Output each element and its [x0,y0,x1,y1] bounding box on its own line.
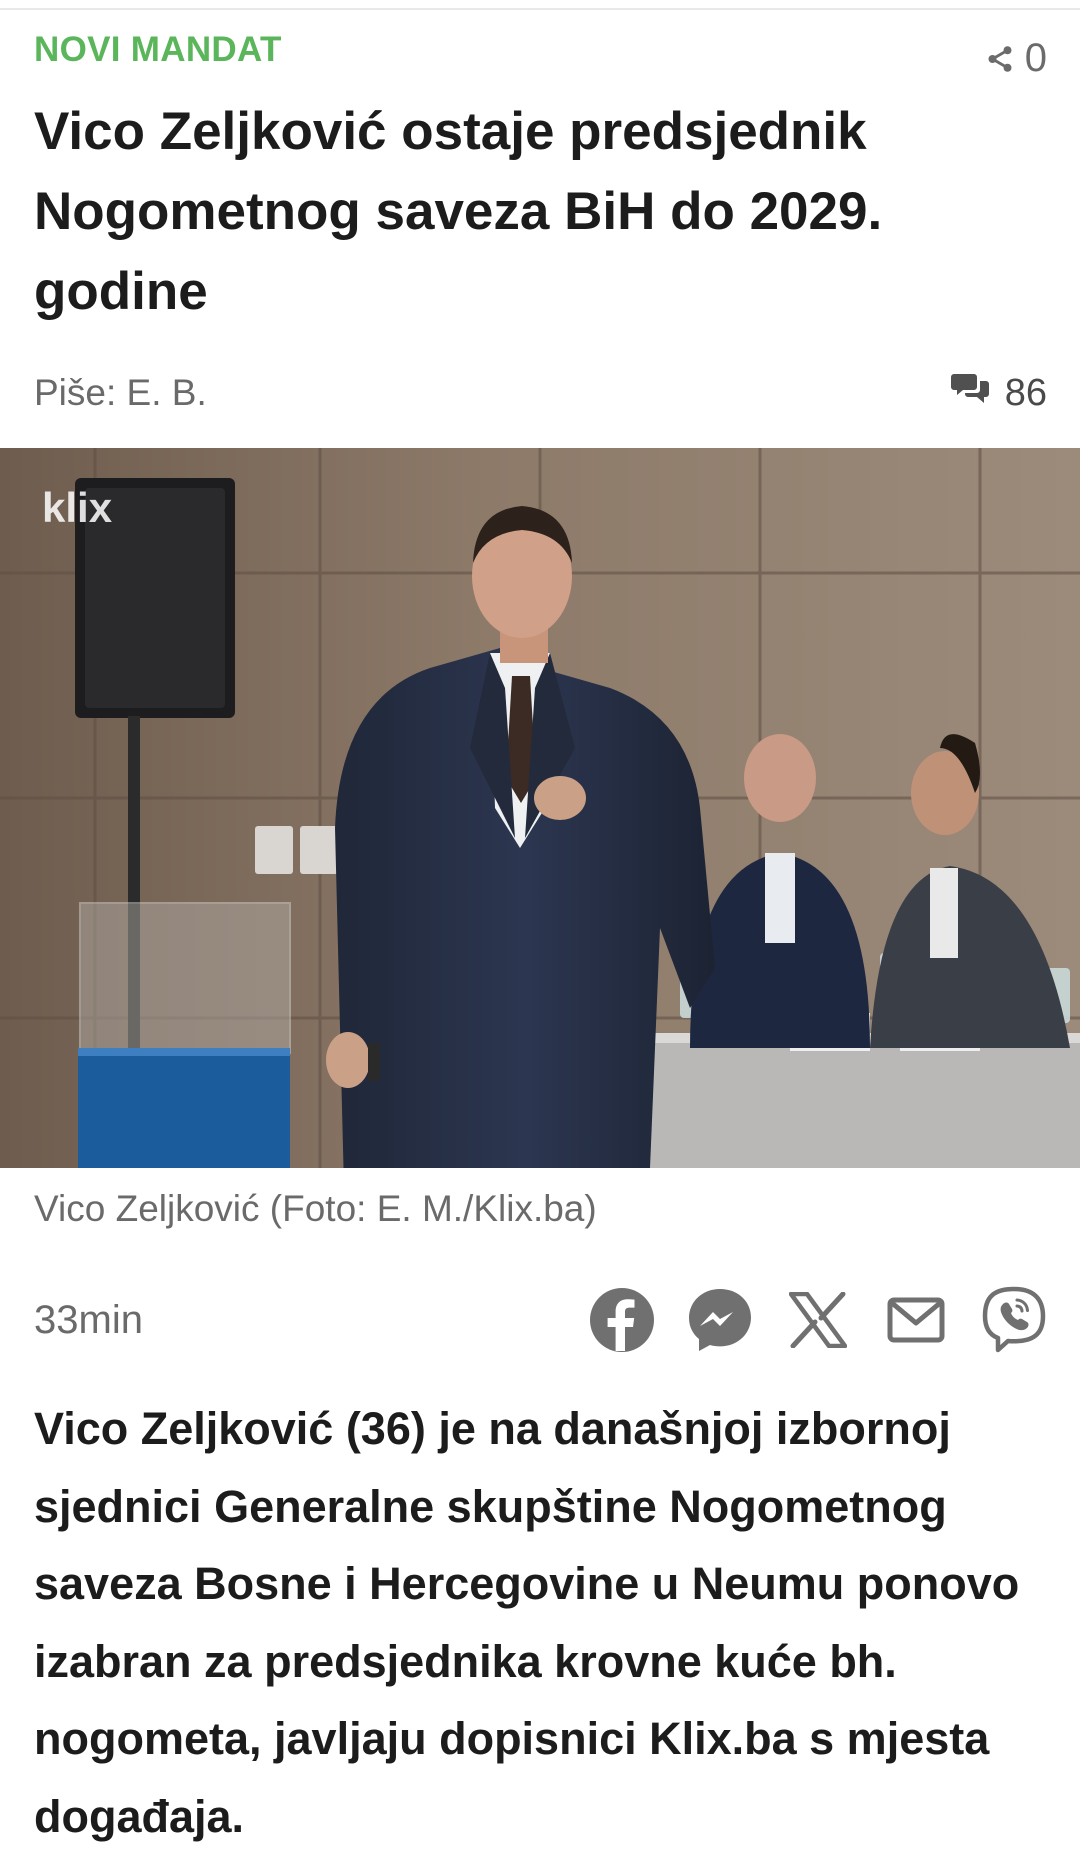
viber-icon [981,1286,1047,1359]
share-count: 0 [1024,36,1047,80]
article-kicker[interactable]: NOVI MANDAT [34,30,282,70]
share-icon [985,44,1015,74]
article-photo[interactable]: klix [0,448,1080,1168]
messenger-icon [686,1286,754,1359]
email-share-button[interactable] [882,1288,950,1356]
facebook-icon [589,1287,655,1358]
comment-count: 86 [1004,371,1047,414]
x-icon [788,1291,848,1353]
image-caption: Vico Zeljković (Foto: E. M./Klix.ba) [34,1188,597,1229]
article-author: Piše: E. B. [34,372,207,413]
image-watermark: klix [42,484,113,531]
publish-time: 33min [34,1298,143,1342]
share-button[interactable]: 0 [985,36,1047,81]
messenger-share-button[interactable] [686,1288,754,1356]
article-headline: Vico Zeljković ostaje predsjednik Nogome… [34,102,883,321]
email-icon [887,1297,945,1348]
social-share-bar [588,1286,1048,1359]
comments-button[interactable]: 86 [950,370,1047,416]
viber-share-button[interactable] [980,1286,1048,1359]
x-share-button[interactable] [784,1288,852,1356]
facebook-share-button[interactable] [588,1287,656,1358]
top-divider [0,0,1080,10]
article-lead: Vico Zeljković (36) je na današnjoj izbo… [34,1403,1020,1842]
comments-icon [950,370,991,416]
